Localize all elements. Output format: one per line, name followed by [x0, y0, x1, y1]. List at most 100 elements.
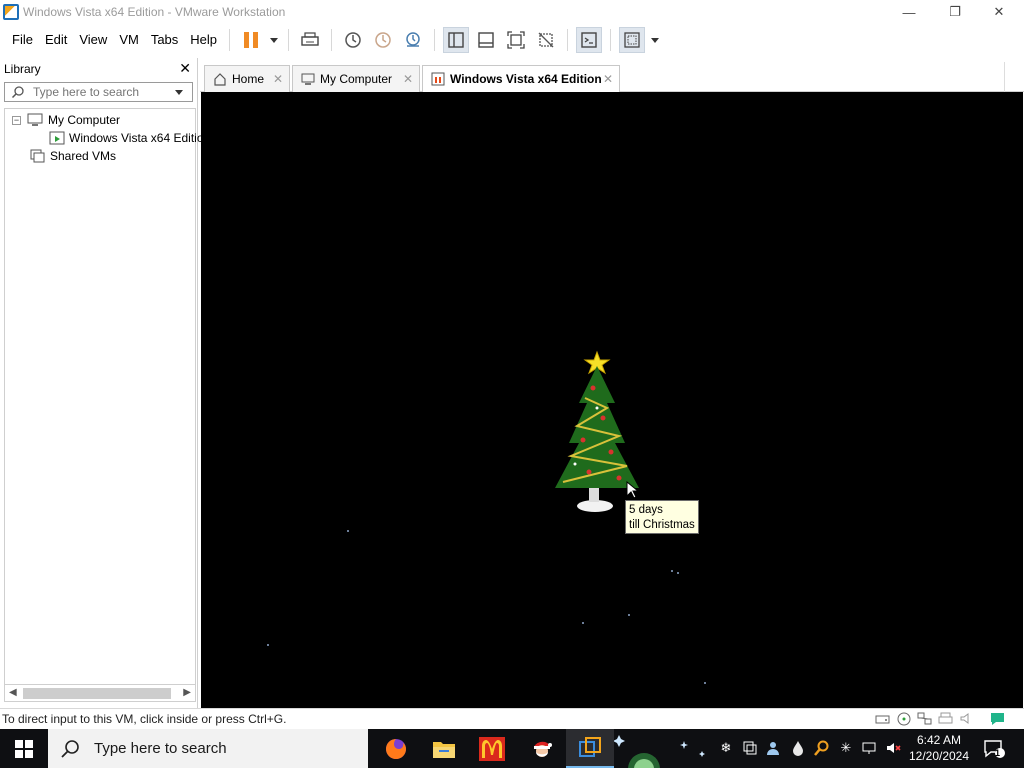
library-horizontal-scrollbar[interactable]: ◀ ▶	[4, 684, 196, 702]
full-screen-icon	[507, 31, 525, 49]
keyboard-icon	[301, 32, 319, 46]
user-tray-icon[interactable]	[766, 740, 782, 756]
taskbar-firefox[interactable]	[372, 729, 420, 768]
tab-home[interactable]: Home ✕	[204, 65, 290, 92]
taskbar-vmware[interactable]	[566, 729, 614, 768]
volume-muted-icon[interactable]	[886, 740, 902, 756]
device-status-icons	[874, 711, 1006, 726]
search-dropdown-arrow[interactable]	[175, 90, 183, 95]
toolbar-separator	[567, 29, 569, 51]
network-tray-icon[interactable]	[862, 740, 878, 756]
close-tab-button[interactable]: ✕	[603, 72, 613, 86]
menu-tabs[interactable]: Tabs	[145, 24, 184, 56]
sparkle-decoration-icon	[614, 735, 705, 768]
revert-snapshot-icon	[375, 32, 391, 48]
restore-button[interactable]: ❐	[932, 0, 978, 24]
tree-label-vista-vm: Windows Vista x64 Edition	[69, 131, 211, 145]
taskbar-mcdonalds[interactable]	[468, 729, 516, 768]
stretch-guest-button[interactable]	[619, 27, 646, 53]
menu-edit[interactable]: Edit	[39, 24, 73, 56]
firefox-icon	[386, 738, 406, 759]
search-tray-icon[interactable]	[814, 740, 830, 756]
tree-item-my-computer[interactable]: − My Computer	[12, 111, 120, 129]
minimize-button[interactable]: —	[886, 0, 932, 24]
menu-file[interactable]: File	[6, 24, 39, 56]
taskbar-search-placeholder: Type here to search	[94, 740, 227, 757]
library-search-box[interactable]	[4, 82, 193, 102]
cd-dvd-icon[interactable]	[895, 711, 912, 726]
menu-view[interactable]: View	[73, 24, 113, 56]
scroll-right-arrow[interactable]: ▶	[183, 687, 191, 698]
console-view-button[interactable]	[576, 27, 603, 53]
vm-icon	[431, 72, 445, 86]
close-tab-button[interactable]: ✕	[403, 72, 413, 86]
snow-particle	[267, 644, 269, 646]
hard-disk-icon[interactable]	[874, 711, 891, 726]
snapshot-button[interactable]	[340, 27, 366, 53]
close-window-button[interactable]: ✕	[976, 0, 1022, 24]
close-library-button[interactable]: ✕	[179, 60, 191, 77]
search-icon	[61, 739, 79, 758]
send-ctrl-alt-del-button[interactable]	[297, 27, 323, 53]
toolbar-separator	[434, 29, 436, 51]
home-icon	[214, 73, 226, 86]
tab-windows-vista[interactable]: Windows Vista x64 Edition ✕	[422, 65, 620, 92]
revert-snapshot-button[interactable]	[370, 27, 396, 53]
sound-card-icon[interactable]	[958, 711, 975, 726]
computer-icon	[27, 113, 43, 126]
menu-vm[interactable]: VM	[113, 24, 145, 56]
snow-particle	[582, 622, 584, 624]
tab-label: My Computer	[320, 72, 393, 86]
copy-tray-icon[interactable]	[742, 740, 758, 756]
windows-logo-icon	[15, 739, 33, 758]
water-drop-tray-icon[interactable]	[790, 740, 806, 756]
unity-disabled-icon	[538, 32, 554, 48]
snapshot-manager-button[interactable]	[400, 27, 426, 53]
file-explorer-icon	[433, 741, 455, 758]
clock-date: 12/20/2024	[908, 749, 970, 763]
stretch-dropdown-arrow[interactable]	[651, 37, 660, 43]
collapse-toggle[interactable]: −	[12, 115, 21, 125]
library-search-input[interactable]	[33, 85, 163, 99]
full-screen-button[interactable]	[503, 27, 529, 53]
snow-particle	[677, 572, 679, 574]
message-log-icon[interactable]	[989, 711, 1006, 726]
close-tab-button[interactable]: ✕	[273, 72, 283, 86]
taskbar-file-explorer[interactable]	[420, 729, 468, 768]
tab-my-computer[interactable]: My Computer ✕	[292, 65, 420, 92]
show-library-button[interactable]	[443, 27, 470, 53]
snapshot-clock-icon	[345, 32, 361, 48]
snapshot-manager-icon	[406, 32, 420, 47]
tree-item-shared-vms[interactable]: Shared VMs	[30, 147, 116, 165]
taskbar-clock[interactable]: 6:42 AM 12/20/2024	[906, 730, 972, 768]
status-bar: To direct input to this VM, click inside…	[0, 708, 1024, 729]
computer-icon	[301, 73, 315, 85]
scroll-left-arrow[interactable]: ◀	[9, 687, 17, 698]
printer-icon[interactable]	[937, 711, 954, 726]
toolbar-separator	[331, 29, 333, 51]
power-dropdown-arrow[interactable]	[270, 37, 279, 43]
toolbar-separator	[229, 29, 231, 51]
menu-help[interactable]: Help	[184, 24, 223, 56]
vm-running-icon	[49, 131, 65, 145]
tree-item-vista-vm[interactable]: Windows Vista x64 Edition	[49, 129, 210, 147]
scrollbar-thumb[interactable]	[23, 688, 171, 699]
starburst-tray-icon[interactable]: ✳	[838, 740, 854, 756]
tree-label-my-computer: My Computer	[48, 113, 121, 127]
title-bar: Windows Vista x64 Edition - VMware Works…	[0, 0, 1024, 24]
menu-bar: File Edit View VM Tabs Help	[0, 24, 1024, 56]
network-adapter-icon[interactable]	[916, 711, 933, 726]
vm-console-screen[interactable]: 5 days till Christmas	[201, 92, 1023, 708]
tab-scroll-area	[1004, 62, 1022, 92]
unity-button[interactable]	[533, 27, 559, 53]
pause-icon	[244, 32, 259, 48]
library-panel-icon	[448, 32, 464, 48]
taskbar-santa-app[interactable]	[518, 729, 566, 768]
snow-particle	[347, 530, 349, 532]
taskbar-search-box[interactable]: Type here to search	[48, 729, 368, 768]
snowflake-tray-icon[interactable]: ❄	[718, 740, 734, 756]
pause-vm-button[interactable]	[238, 27, 264, 53]
action-center-button[interactable]: 1	[980, 736, 1008, 762]
start-button[interactable]	[0, 729, 48, 768]
show-thumbnail-bar-button[interactable]	[473, 27, 499, 53]
